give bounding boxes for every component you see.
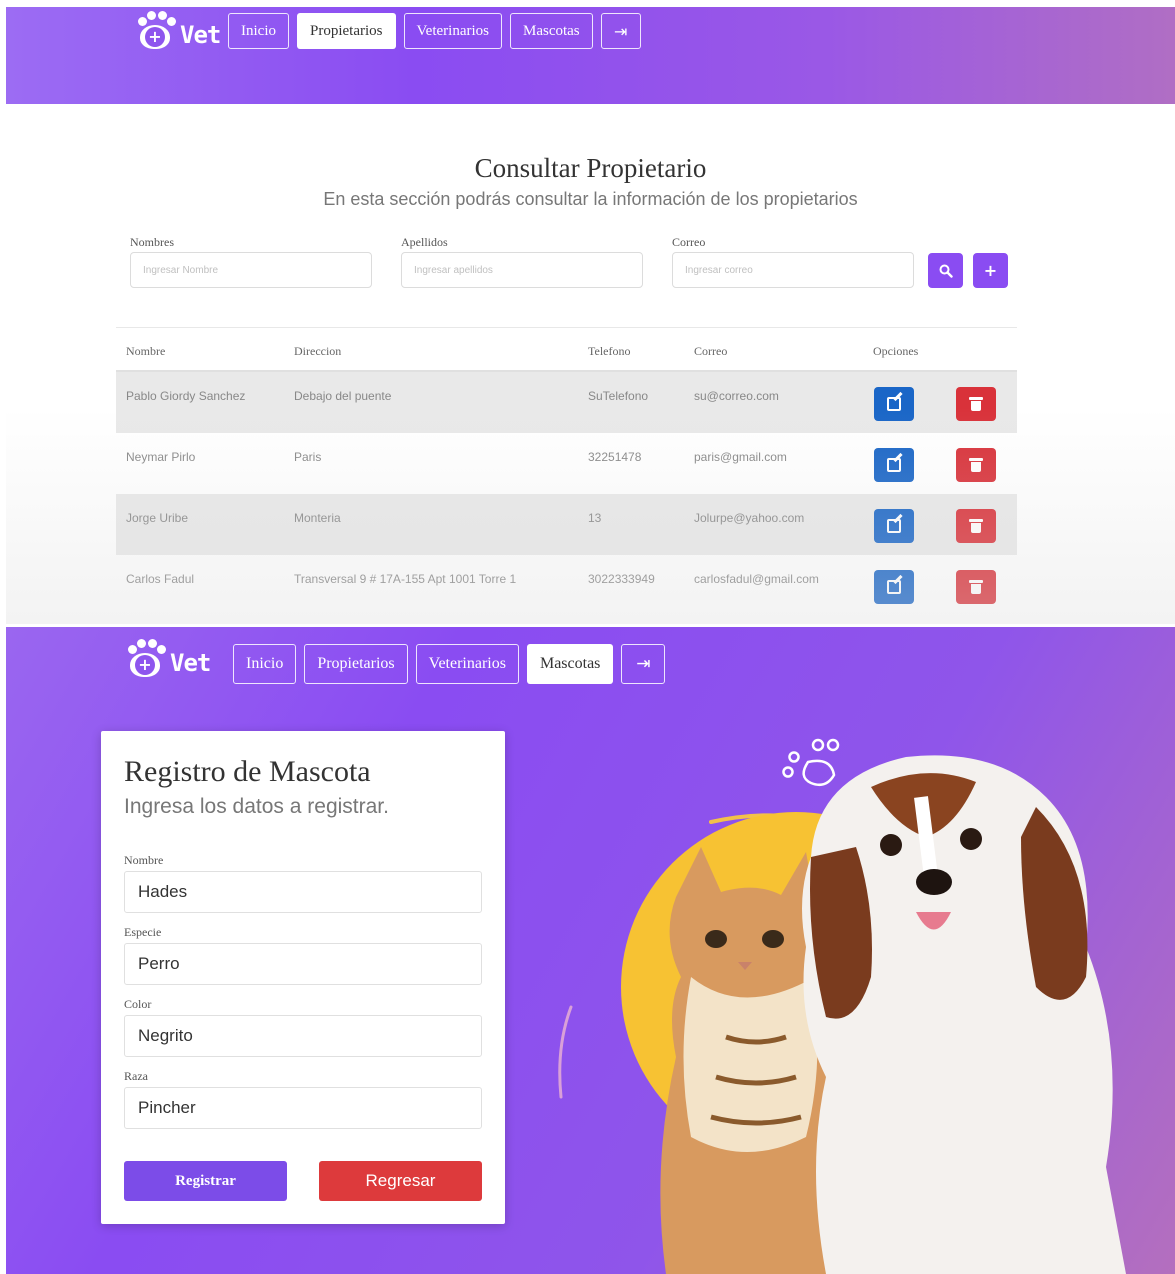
trash-icon — [969, 519, 983, 533]
table-row: Jorge Uribe Monteria 13 Jolurpe@yahoo.co… — [116, 494, 1017, 555]
nav-mascotas[interactable]: Mascotas — [509, 13, 593, 49]
color-field[interactable]: Negrito — [124, 1015, 482, 1057]
delete-button[interactable] — [956, 387, 996, 421]
page-subtitle: En esta sección podrás consultar la info… — [323, 189, 858, 209]
apellidos-label: Apellidos — [401, 235, 448, 249]
edit-button[interactable] — [874, 509, 914, 543]
raza-label: Raza — [124, 1069, 148, 1083]
apellidos-input[interactable] — [401, 252, 643, 288]
cell-telefono: 13 — [588, 511, 602, 525]
table-row: Neymar Pirlo Paris 32251478 paris@gmail.… — [116, 433, 1017, 494]
paw-outline-icon — [782, 738, 840, 786]
card-title: Registro de Mascota — [124, 755, 371, 788]
trash-icon — [969, 397, 983, 411]
nav-veterinarios[interactable]: Veterinarios — [403, 13, 502, 49]
decor-arc — [558, 1005, 573, 1099]
search-button[interactable] — [928, 253, 963, 288]
page-title: Consultar Propietario — [474, 153, 707, 183]
paw-logo-icon: + — [134, 11, 178, 51]
nav-propietarios[interactable]: Propietarios — [304, 644, 408, 684]
card-subtitle: Ingresa los datos a registrar. — [124, 795, 389, 818]
col-nombre: Nombre — [126, 344, 166, 358]
edit-button[interactable] — [874, 570, 914, 604]
edit-button[interactable] — [874, 448, 914, 482]
cell-telefono: SuTelefono — [588, 389, 649, 403]
trash-icon — [969, 458, 983, 472]
cell-correo: carlosfadul@gmail.com — [694, 572, 819, 586]
table-row: Pablo Giordy Sanchez Debajo del puente S… — [116, 372, 1017, 433]
pet-register-card: Registro de Mascota Ingresa los datos a … — [101, 731, 505, 1224]
edit-icon — [887, 519, 901, 533]
search-icon — [939, 264, 953, 278]
nombre-label: Nombre — [124, 853, 164, 867]
nav-veterinarios[interactable]: Veterinarios — [415, 644, 519, 684]
cell-correo: paris@gmail.com — [694, 450, 787, 464]
delete-button[interactable] — [956, 509, 996, 543]
color-label: Color — [124, 997, 152, 1011]
owners-screen: + Vet Inicio Propietarios Veterinarios M… — [6, 7, 1175, 624]
cell-nombre: Pablo Giordy Sanchez — [126, 389, 246, 403]
cell-nombre: Jorge Uribe — [126, 511, 189, 525]
correo-label: Correo — [672, 235, 706, 249]
delete-button[interactable] — [956, 570, 996, 604]
cell-direccion: Monteria — [294, 511, 341, 525]
delete-button[interactable] — [956, 448, 996, 482]
nav-propietarios[interactable]: Propietarios — [297, 13, 396, 49]
edit-icon — [887, 458, 901, 472]
especie-field[interactable]: Perro — [124, 943, 482, 985]
nombres-label: Nombres — [130, 235, 174, 249]
raza-field[interactable]: Pincher — [124, 1087, 482, 1129]
nombre-field[interactable]: Hades — [124, 871, 482, 913]
brand-name: Vet — [170, 649, 211, 677]
correo-input[interactable] — [672, 252, 914, 288]
trash-icon — [969, 580, 983, 594]
nav-mascotas[interactable]: Mascotas — [526, 644, 614, 684]
nav-inicio[interactable]: Inicio — [228, 13, 289, 49]
brand-name: Vet — [180, 21, 221, 49]
bottom-nav: Inicio Propietarios Veterinarios Mascota… — [233, 644, 673, 684]
cell-correo: Jolurpe@yahoo.com — [694, 511, 805, 525]
col-telefono: Telefono — [588, 344, 631, 358]
register-button[interactable]: Registrar — [124, 1161, 287, 1201]
top-nav: Inicio Propietarios Veterinarios Mascota… — [228, 13, 649, 49]
cell-direccion: Paris — [294, 450, 322, 464]
owners-table: Nombre Direccion Telefono Correo Opcione… — [116, 327, 1017, 616]
col-direccion: Direccion — [294, 344, 342, 358]
edit-icon — [887, 397, 901, 411]
especie-label: Especie — [124, 925, 162, 939]
vet-logo[interactable]: + Vet — [124, 639, 211, 679]
logout-icon[interactable]: ⇥ — [621, 644, 666, 684]
vet-logo[interactable]: + Vet — [134, 11, 221, 51]
cell-correo: su@correo.com — [694, 389, 779, 403]
cell-direccion: Debajo del puente — [294, 389, 392, 403]
table-row: Carlos Fadul Transversal 9 # 17A-155 Apt… — [116, 555, 1017, 616]
cell-nombre: Carlos Fadul — [126, 572, 195, 586]
pet-register-screen: + Vet Inicio Propietarios Veterinarios M… — [6, 627, 1175, 1274]
nombres-input[interactable] — [130, 252, 372, 288]
add-owner-button[interactable]: + — [973, 253, 1008, 288]
col-correo: Correo — [694, 344, 728, 358]
cell-nombre: Neymar Pirlo — [126, 450, 196, 464]
col-opciones: Opciones — [873, 344, 919, 358]
back-button[interactable]: Regresar — [319, 1161, 482, 1201]
dog-image — [802, 755, 1126, 1274]
cell-telefono: 32251478 — [588, 450, 642, 464]
table-header: Nombre Direccion Telefono Correo Opcione… — [116, 327, 1017, 372]
edit-icon — [887, 580, 901, 594]
cell-telefono: 3022333949 — [588, 572, 655, 586]
nav-inicio[interactable]: Inicio — [233, 644, 297, 684]
edit-button[interactable] — [874, 387, 914, 421]
logout-icon[interactable]: ⇥ — [600, 13, 641, 49]
cell-direccion: Transversal 9 # 17A-155 Apt 1001 Torre 1 — [294, 572, 517, 586]
pets-illustration — [558, 738, 1126, 1274]
paw-logo-icon: + — [124, 639, 168, 679]
